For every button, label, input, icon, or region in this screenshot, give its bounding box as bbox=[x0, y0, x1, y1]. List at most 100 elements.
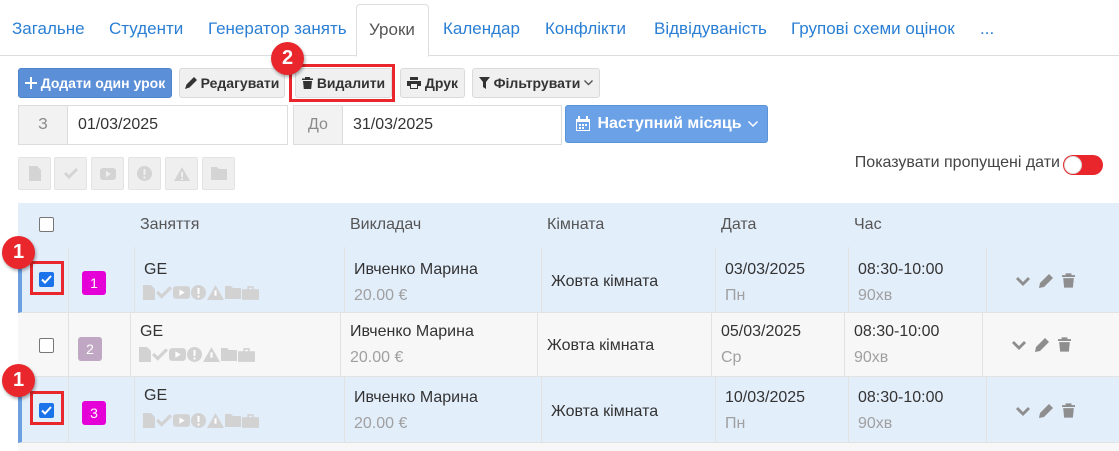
lesson-time: 08:30-10:00 bbox=[858, 389, 944, 406]
date-to-input[interactable]: 31/03/2025 bbox=[342, 105, 562, 145]
edit-pencil-icon[interactable] bbox=[1039, 403, 1053, 423]
video-icon bbox=[99, 167, 116, 180]
check-icon bbox=[156, 286, 172, 304]
plus-icon bbox=[24, 77, 37, 89]
lessons-table: Заняття Викладач Кімната Дата Час 1 GE И… bbox=[18, 203, 1119, 451]
toggle-knob bbox=[1064, 156, 1082, 174]
tab-more[interactable]: ... bbox=[980, 4, 994, 56]
row-1-checkbox-highlight-frame bbox=[30, 261, 64, 295]
delete-trash-icon[interactable] bbox=[1058, 337, 1071, 357]
lesson-date: 10/03/2025 bbox=[725, 389, 806, 406]
edit-button[interactable]: Редагувати bbox=[179, 68, 285, 98]
folder-action-button[interactable] bbox=[202, 157, 235, 190]
header-time: Час bbox=[854, 216, 882, 233]
check-icon bbox=[152, 348, 168, 366]
lesson-duration: 90хв bbox=[858, 287, 893, 304]
delete-highlight-frame bbox=[289, 64, 395, 102]
table-row[interactable]: 3 GE Ивченко Марина 20.00 € Жовта кімнат… bbox=[18, 377, 1119, 443]
tab-conflicts[interactable]: Конфлікти bbox=[545, 4, 626, 56]
folder-icon bbox=[210, 167, 227, 180]
lesson-price: 20.00 € bbox=[350, 349, 404, 366]
lesson-weekday: Пн bbox=[725, 415, 746, 432]
filter-label: Фільтрувати bbox=[493, 75, 581, 91]
edit-pencil-icon[interactable] bbox=[1035, 337, 1049, 357]
printer-icon bbox=[406, 77, 421, 89]
add-lesson-button[interactable]: Додати один урок bbox=[18, 68, 172, 98]
expand-row-chevron-icon[interactable] bbox=[1016, 274, 1030, 292]
lesson-time: 08:30-10:00 bbox=[858, 261, 944, 278]
expand-row-chevron-icon[interactable] bbox=[1016, 404, 1030, 422]
video-icon bbox=[169, 348, 186, 366]
print-label: Друк bbox=[424, 75, 459, 91]
tab-general[interactable]: Загальне bbox=[12, 4, 85, 56]
video-icon bbox=[173, 414, 190, 432]
header-teacher: Викладач bbox=[350, 216, 422, 233]
funnel-icon bbox=[478, 77, 490, 89]
exclamation-action-button[interactable] bbox=[128, 157, 161, 190]
edit-pencil-icon[interactable] bbox=[1039, 273, 1053, 293]
lesson-weekday: Ср bbox=[721, 349, 742, 366]
warning-action-button[interactable] bbox=[165, 157, 198, 190]
tab-calendar[interactable]: Календар bbox=[443, 4, 520, 56]
lesson-date: 03/03/2025 bbox=[725, 261, 806, 278]
document-icon bbox=[28, 166, 41, 181]
calendar-icon bbox=[576, 116, 591, 131]
warning-icon bbox=[203, 347, 220, 367]
lesson-status-icons bbox=[143, 285, 259, 305]
video-action-button[interactable] bbox=[91, 157, 124, 190]
step-marker-2: 2 bbox=[271, 42, 304, 75]
lesson-number-badge: 3 bbox=[82, 401, 106, 425]
next-month-button[interactable]: Наступний місяць bbox=[565, 105, 768, 143]
teacher-name: Ивченко Марина bbox=[354, 261, 478, 278]
folder-icon bbox=[225, 286, 241, 304]
teacher-name: Ивченко Марина bbox=[350, 323, 474, 340]
table-row-partial bbox=[18, 443, 1119, 451]
delete-trash-icon[interactable] bbox=[1062, 403, 1075, 423]
add-lesson-label: Додати один урок bbox=[40, 75, 166, 91]
room-name: Жовта кімната bbox=[547, 337, 655, 354]
lesson-price: 20.00 € bbox=[354, 287, 408, 304]
date-from-label: З bbox=[18, 105, 68, 145]
document-icon bbox=[143, 285, 155, 305]
folder-icon bbox=[225, 414, 241, 432]
exclamation-circle-icon bbox=[187, 347, 202, 367]
lesson-number-badge: 1 bbox=[82, 271, 106, 295]
video-icon bbox=[173, 286, 190, 304]
table-row[interactable]: 1 GE Ивченко Марина 20.00 € Жовта кімнат… bbox=[18, 247, 1119, 313]
row-3-checkbox-highlight-frame bbox=[30, 391, 64, 425]
lesson-duration: 90хв bbox=[858, 415, 893, 432]
lesson-name: GE bbox=[140, 323, 164, 340]
chevron-down-icon bbox=[584, 80, 594, 86]
row-actions bbox=[1016, 273, 1075, 293]
date-to-label: До bbox=[293, 105, 343, 145]
room-name: Жовта кімната bbox=[551, 273, 659, 290]
row-actions bbox=[1016, 403, 1075, 423]
date-from-input[interactable]: 01/03/2025 bbox=[67, 105, 288, 145]
table-row[interactable]: 2 GE Ивченко Марина 20.00 € Жовта кімнат… bbox=[18, 313, 1119, 377]
warning-icon bbox=[207, 413, 224, 433]
lesson-duration: 90хв bbox=[854, 349, 889, 366]
tab-students[interactable]: Студенти bbox=[109, 4, 183, 56]
pencil-icon bbox=[184, 77, 197, 89]
check-action-button[interactable] bbox=[54, 157, 87, 190]
expand-row-chevron-icon[interactable] bbox=[1012, 338, 1026, 356]
lesson-time: 08:30-10:00 bbox=[854, 323, 940, 340]
lesson-date: 05/03/2025 bbox=[721, 323, 802, 340]
delete-trash-icon[interactable] bbox=[1062, 273, 1075, 293]
document-action-button[interactable] bbox=[18, 157, 51, 190]
print-button[interactable]: Друк bbox=[400, 68, 465, 98]
check-icon bbox=[63, 168, 78, 179]
row-checkbox[interactable] bbox=[39, 338, 54, 353]
tab-bar: Загальне Студенти Генератор занять Уроки… bbox=[0, 0, 1119, 57]
document-icon bbox=[139, 347, 151, 367]
header-room: Кімната bbox=[547, 216, 605, 233]
filter-dropdown[interactable]: Фільтрувати bbox=[472, 68, 600, 98]
table-header-row: Заняття Викладач Кімната Дата Час bbox=[18, 203, 1119, 247]
tab-lessons[interactable]: Уроки bbox=[356, 4, 429, 57]
tab-attendance[interactable]: Відвідуваність bbox=[654, 4, 767, 56]
select-all-checkbox[interactable] bbox=[39, 217, 54, 232]
show-missed-dates-toggle[interactable] bbox=[1063, 155, 1103, 175]
header-date: Дата bbox=[721, 216, 757, 233]
tab-group-grading-schemes[interactable]: Групові схеми оцінок bbox=[791, 4, 955, 56]
warning-icon bbox=[173, 166, 190, 181]
